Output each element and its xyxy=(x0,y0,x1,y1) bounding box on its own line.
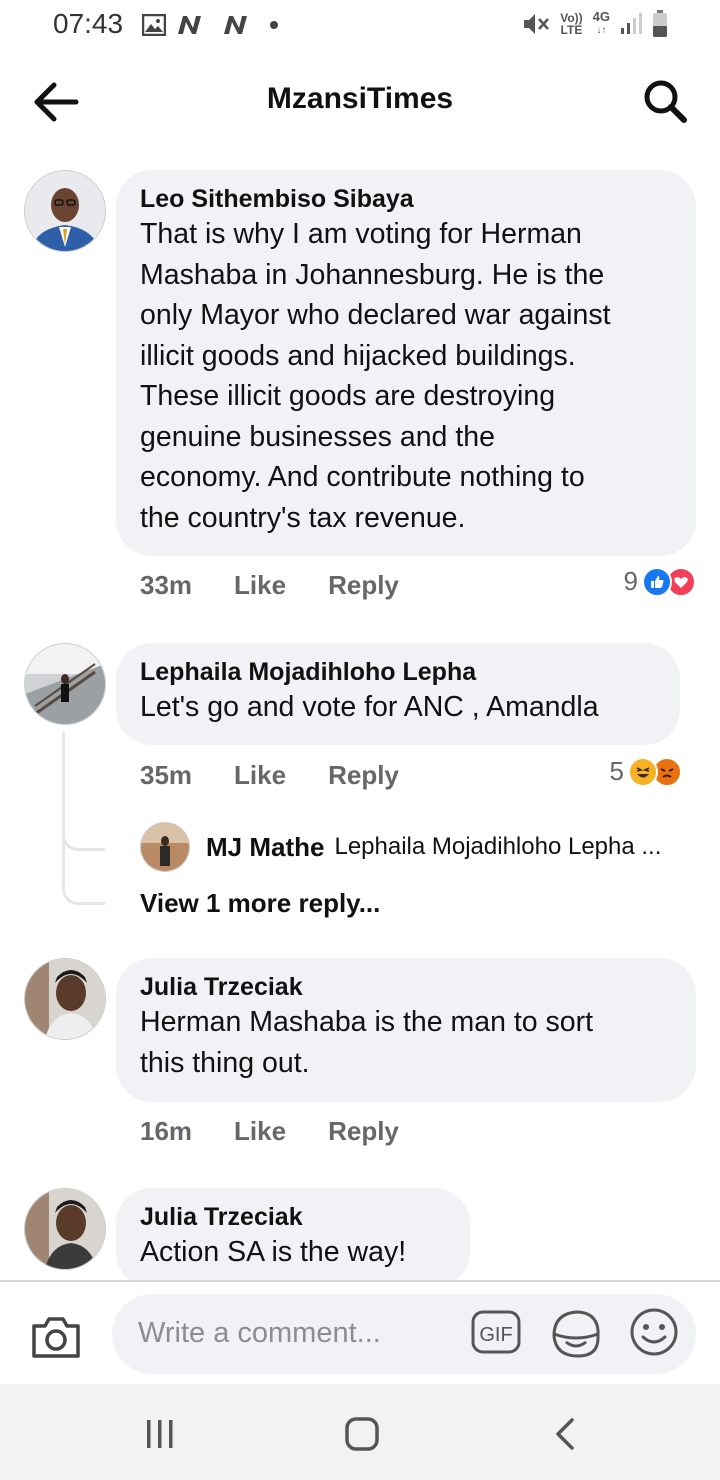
comment-time: 33m xyxy=(140,570,193,600)
comment-text: Herman Mashaba is the man to sort this t… xyxy=(140,1006,594,1079)
reply-avatar[interactable] xyxy=(140,822,190,872)
avatar[interactable] xyxy=(24,170,106,252)
reply-preview[interactable]: MJ Mathe Lephaila Mojadihloho Lepha ... xyxy=(140,822,661,872)
profile-photo xyxy=(141,823,189,871)
search-icon xyxy=(644,80,687,123)
like-button[interactable]: Like xyxy=(234,1116,286,1147)
news-app-icon-2 xyxy=(224,16,247,34)
comment-text: Let's go and vote for ANC , Amandla xyxy=(140,691,599,723)
gif-icon: GIF xyxy=(471,1310,521,1354)
system-navigation-bar xyxy=(0,1384,720,1480)
signal-icon xyxy=(621,13,642,34)
emoji-icon xyxy=(630,1308,678,1356)
comment-author[interactable]: Leo Sithembiso Sibaya xyxy=(140,184,672,214)
system-back-button[interactable] xyxy=(550,1416,580,1452)
reaction-count: 9 xyxy=(623,566,638,596)
chevron-left-icon xyxy=(556,1418,574,1450)
volte-indicator: Vo)) LTE xyxy=(560,11,583,37)
comment-input[interactable] xyxy=(136,1312,460,1354)
reply-text: Lephaila Mojadihloho Lepha ... xyxy=(334,833,662,860)
comment-actions: 16m Like Reply xyxy=(140,1116,441,1147)
comment-actions: 33m Like Reply xyxy=(140,570,441,601)
thread-connector xyxy=(62,790,105,905)
status-notification-icons xyxy=(142,12,280,38)
reaction-summary[interactable]: 5 xyxy=(610,756,682,787)
status-system-icons: Vo)) LTE 4G ↓↑ xyxy=(522,10,668,38)
battery-icon xyxy=(653,10,667,37)
like-button[interactable]: Like xyxy=(234,570,286,601)
search-button[interactable] xyxy=(642,78,688,124)
comment-actions: 35m Like Reply xyxy=(140,760,441,791)
home-button[interactable] xyxy=(342,1414,382,1454)
news-app-icon xyxy=(178,16,201,34)
recent-apps-button[interactable] xyxy=(140,1416,180,1452)
mute-icon xyxy=(524,14,550,34)
camera-button[interactable] xyxy=(30,1314,82,1360)
comment-input-container[interactable]: GIF xyxy=(112,1294,696,1374)
comment-bubble[interactable]: Julia Trzeciak Herman Mashaba is the man… xyxy=(116,958,696,1102)
comment-text: That is why I am voting for Herman Masha… xyxy=(140,218,611,534)
comment-bubble[interactable]: Lephaila Mojadihloho Lepha Let's go and … xyxy=(116,643,680,745)
avatar[interactable] xyxy=(24,1188,106,1270)
recent-apps-icon xyxy=(147,1420,173,1448)
comment-bubble[interactable]: Leo Sithembiso Sibaya That is why I am v… xyxy=(116,170,696,556)
status-time: 07:43 xyxy=(53,8,124,39)
sticker-icon xyxy=(552,1310,600,1358)
reaction-summary[interactable]: 9 xyxy=(624,566,696,597)
profile-photo xyxy=(25,171,105,251)
status-bar: 07:43 Vo)) LTE 4G ↓↑ xyxy=(0,0,720,50)
reply-author[interactable]: MJ Mathe xyxy=(206,832,324,863)
home-icon xyxy=(345,1417,379,1451)
profile-photo xyxy=(25,1189,105,1269)
sticker-button[interactable] xyxy=(548,1308,604,1360)
reply-button[interactable]: Reply xyxy=(328,760,399,791)
comment-time: 16m xyxy=(140,1116,193,1146)
svg-text:GIF: GIF xyxy=(479,1324,512,1346)
comment-composer: GIF xyxy=(0,1280,720,1386)
reply-button[interactable]: Reply xyxy=(328,570,399,601)
comment-author[interactable]: Julia Trzeciak xyxy=(140,1202,446,1232)
comment-text: Action SA is the way! xyxy=(140,1236,407,1268)
gif-button[interactable]: GIF xyxy=(470,1308,522,1358)
comment-time: 35m xyxy=(140,760,193,790)
emoji-button[interactable] xyxy=(628,1306,680,1358)
page-title: MzansiTimes xyxy=(266,82,454,115)
view-more-replies-link[interactable]: View 1 more reply... xyxy=(140,888,380,919)
avatar[interactable] xyxy=(24,958,106,1040)
like-reaction-icon xyxy=(642,566,672,597)
profile-photo xyxy=(25,644,105,724)
avatar[interactable] xyxy=(24,643,106,725)
like-button[interactable]: Like xyxy=(234,760,286,791)
camera-icon xyxy=(32,1317,80,1358)
top-app-bar: MzansiTimes xyxy=(0,56,720,146)
reply-button[interactable]: Reply xyxy=(328,1116,399,1147)
more-notifications-dot-icon xyxy=(270,21,278,29)
profile-photo xyxy=(25,959,105,1039)
comment-author[interactable]: Julia Trzeciak xyxy=(140,972,672,1002)
haha-reaction-icon xyxy=(628,756,658,787)
comment-author[interactable]: Lephaila Mojadihloho Lepha xyxy=(140,657,656,687)
gallery-icon xyxy=(142,14,166,36)
comment-bubble[interactable]: Julia Trzeciak Action SA is the way! xyxy=(116,1188,470,1288)
network-type-indicator: 4G ↓↑ xyxy=(592,9,610,37)
reaction-count: 5 xyxy=(609,756,624,786)
